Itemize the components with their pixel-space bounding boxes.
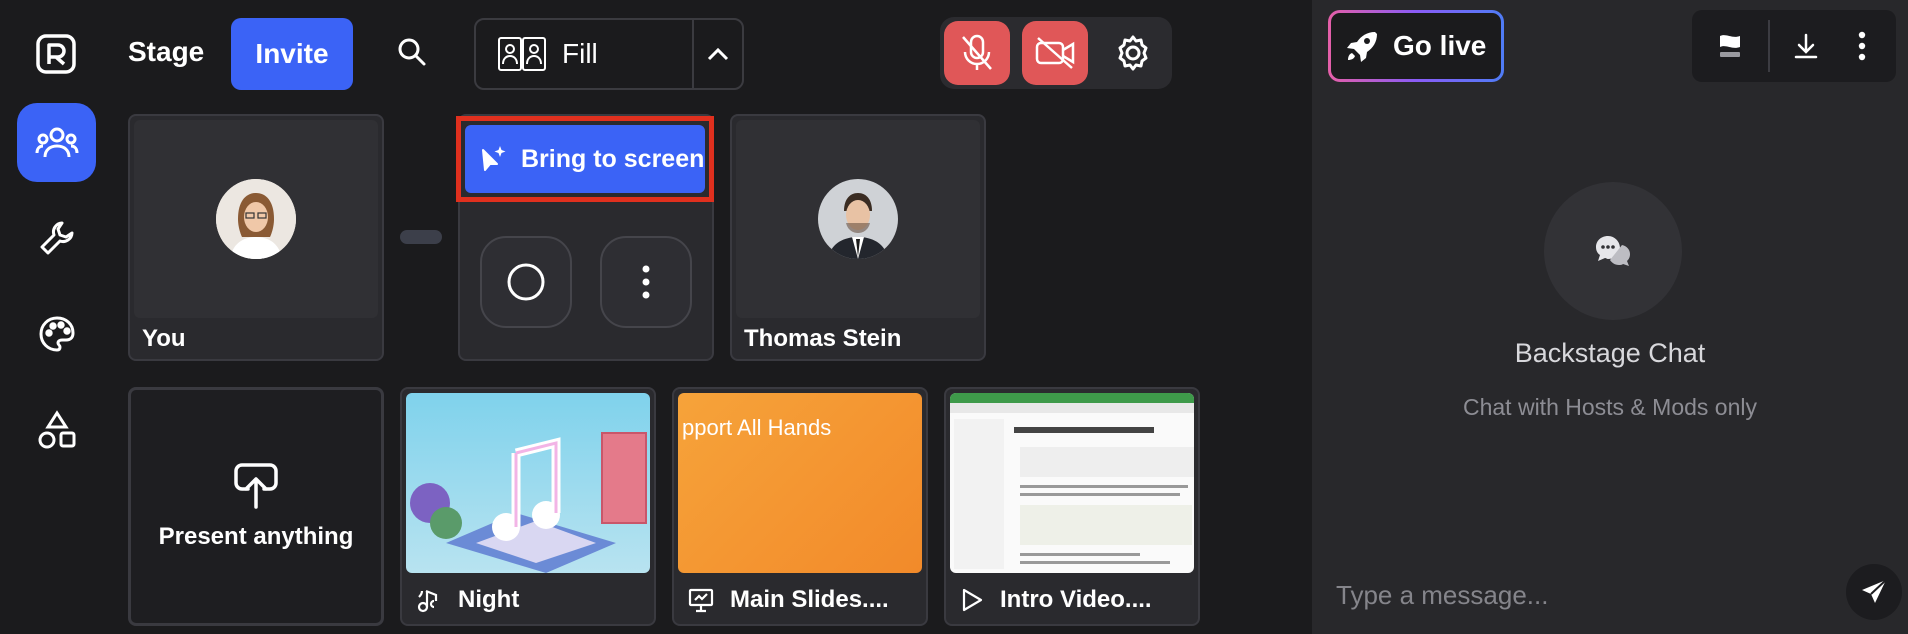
backstage-panel: Go live Backstage Chat Chat with Hosts &… bbox=[1312, 0, 1908, 634]
tab-stage[interactable]: Stage bbox=[128, 36, 204, 68]
camera-off-button[interactable] bbox=[1022, 21, 1088, 85]
logo-icon bbox=[36, 34, 76, 74]
chat-empty-illustration bbox=[1544, 182, 1682, 320]
search-button[interactable] bbox=[390, 30, 434, 74]
media-thumbnail bbox=[950, 393, 1194, 573]
go-live-label: Go live bbox=[1393, 30, 1487, 61]
play-icon bbox=[962, 588, 983, 612]
message-input[interactable] bbox=[1336, 575, 1796, 615]
chevron-up-icon bbox=[707, 47, 729, 61]
avatar bbox=[818, 179, 898, 259]
rail-people-button[interactable] bbox=[17, 103, 96, 182]
settings-button[interactable] bbox=[1100, 21, 1166, 85]
media-controls bbox=[940, 17, 1172, 89]
invite-button[interactable]: Invite bbox=[231, 18, 353, 90]
bring-to-screen-icon bbox=[482, 146, 506, 171]
media-tile-intro-video[interactable]: Intro Video.... bbox=[944, 387, 1200, 626]
more-options-button[interactable] bbox=[1844, 28, 1880, 64]
chat-subtitle: Chat with Hosts & Mods only bbox=[1462, 394, 1757, 420]
mic-off-icon bbox=[962, 34, 992, 70]
layout-select-main[interactable]: Fill bbox=[476, 20, 694, 88]
media-thumbnail bbox=[406, 393, 650, 573]
bring-to-screen-button[interactable]: Bring to screen bbox=[465, 125, 705, 193]
media-tile-main-slides[interactable]: pport All Hands Main Slides.... bbox=[672, 387, 928, 626]
slides-icon bbox=[688, 588, 714, 613]
banner-icon bbox=[1720, 35, 1740, 57]
chat-bubbles-icon bbox=[1596, 236, 1630, 266]
layout-select[interactable]: Fill bbox=[474, 18, 744, 90]
media-label: Main Slides.... bbox=[730, 586, 889, 613]
audio-icon bbox=[417, 589, 438, 613]
banner-button[interactable] bbox=[1712, 28, 1748, 64]
chat-title: Backstage Chat bbox=[1514, 338, 1706, 368]
present-anything-tile[interactable]: Present anything bbox=[128, 387, 384, 626]
gear-icon bbox=[1118, 35, 1148, 71]
left-rail bbox=[0, 0, 114, 634]
media-thumbnail: pport All Hands bbox=[678, 393, 922, 573]
shapes-icon bbox=[38, 409, 75, 448]
more-vertical-icon bbox=[1858, 31, 1866, 61]
layout-expand-button[interactable] bbox=[694, 20, 742, 88]
more-vertical-icon bbox=[642, 265, 650, 299]
rail-tools-button[interactable] bbox=[17, 198, 96, 277]
participant-tile-you[interactable]: You bbox=[128, 114, 384, 361]
participant-name: You bbox=[142, 325, 186, 352]
participant-tile-guest[interactable]: Thomas Stein bbox=[730, 114, 986, 361]
rocket-icon bbox=[1347, 32, 1377, 62]
download-button[interactable] bbox=[1788, 28, 1824, 64]
send-icon bbox=[1862, 579, 1887, 603]
mute-mic-button[interactable] bbox=[944, 21, 1010, 85]
slide-thumbnail-text: pport All Hands bbox=[682, 415, 832, 440]
people-icon bbox=[35, 127, 78, 157]
tile-more-button[interactable] bbox=[600, 236, 692, 328]
rail-elements-button[interactable] bbox=[17, 390, 96, 469]
camera-off-icon bbox=[1035, 37, 1075, 69]
go-live-button[interactable]: Go live bbox=[1328, 10, 1504, 82]
drag-handle[interactable] bbox=[400, 230, 442, 244]
media-tile-night[interactable]: Night bbox=[400, 387, 656, 626]
send-button[interactable] bbox=[1846, 564, 1902, 620]
upload-icon bbox=[234, 462, 278, 509]
circle-icon bbox=[507, 263, 545, 301]
wrench-icon bbox=[40, 221, 73, 254]
tile-record-button[interactable] bbox=[480, 236, 572, 328]
avatar bbox=[216, 179, 296, 259]
media-label: Intro Video.... bbox=[1000, 586, 1152, 613]
layout-fill-icon bbox=[498, 37, 546, 71]
panel-toolbar bbox=[1692, 10, 1896, 82]
layout-label: Fill bbox=[562, 38, 598, 69]
participant-name: Thomas Stein bbox=[744, 325, 902, 352]
palette-icon bbox=[38, 315, 75, 352]
present-anything-label: Present anything bbox=[158, 522, 354, 550]
rail-theme-button[interactable] bbox=[17, 294, 96, 373]
bring-to-screen-label: Bring to screen bbox=[521, 144, 705, 173]
media-label: Night bbox=[458, 586, 520, 613]
search-icon bbox=[398, 38, 426, 66]
download-icon bbox=[1794, 33, 1818, 59]
